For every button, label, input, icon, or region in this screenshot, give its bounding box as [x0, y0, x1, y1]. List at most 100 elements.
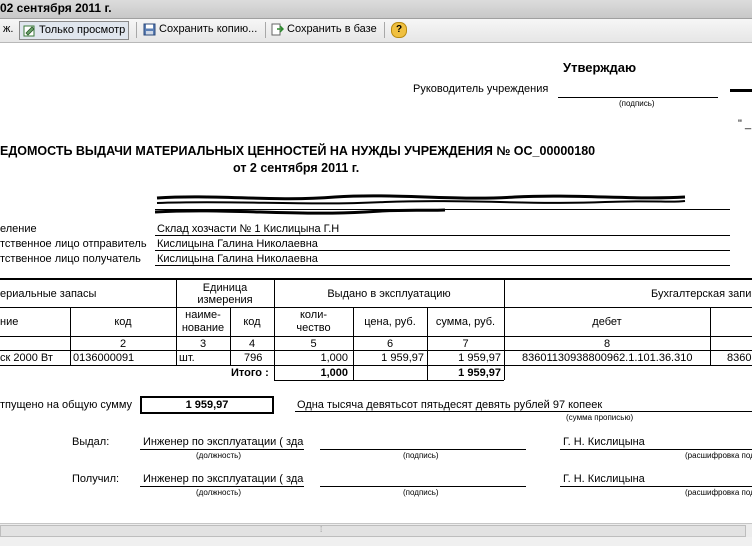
- save-copy-button[interactable]: Сохранить копию...: [140, 21, 260, 38]
- save-database-icon: [271, 23, 285, 36]
- save-copy-label: Сохранить копию...: [159, 23, 258, 35]
- received-decode-hint: (расшифровка подпи: [685, 488, 752, 497]
- header-price: цена, руб.: [364, 316, 416, 328]
- col-number: 4: [248, 338, 256, 350]
- issued-position-line: [140, 449, 304, 450]
- issued-position-hint: (должность): [196, 451, 241, 460]
- col-number: 8: [603, 338, 611, 350]
- redacted-mark: [730, 89, 752, 92]
- window-titlebar: 02 сентября 2011 г.: [0, 0, 752, 19]
- toolbar-separator: [265, 22, 266, 38]
- sender-value: Кислицына Галина Николаевна: [157, 238, 318, 250]
- save-to-database-button[interactable]: Сохранить в базе: [268, 21, 380, 38]
- received-signature-line: [320, 486, 526, 487]
- toolbar-separator: [384, 22, 385, 38]
- row-debit: 83601130938800962.1.101.36.310: [522, 352, 693, 364]
- approval-date-mark: " _: [738, 118, 752, 130]
- horizontal-scrollbar[interactable]: ⁞: [0, 523, 752, 537]
- total-sum: 1 959,97: [458, 367, 501, 379]
- save-to-database-label: Сохранить в базе: [287, 23, 377, 35]
- table-col-divider: [710, 307, 711, 365]
- scrollbar-grip-icon: ⁞: [320, 525, 323, 534]
- document-area: Утверждаю Руководитель учреждения (подпи…: [0, 43, 752, 523]
- row-price: 1 959,97: [381, 352, 424, 364]
- horizontal-scrollbar-thumb[interactable]: [0, 525, 746, 537]
- total-in-words: Одна тысяча девятьсот пятьдесят девять р…: [297, 399, 603, 411]
- division-underline: [155, 235, 730, 236]
- total-qty: 1,000: [320, 367, 348, 379]
- col-number: 7: [462, 338, 469, 350]
- received-signature-hint: (подпись): [403, 488, 439, 497]
- received-by-label: Получил:: [72, 473, 120, 485]
- received-position: Инженер по эксплуатации ( зда: [143, 473, 304, 485]
- floppy-disk-icon: [143, 23, 156, 36]
- header-qty-line2: чество: [296, 322, 331, 334]
- header-code: код: [114, 316, 132, 328]
- table-total-bottom: [274, 380, 504, 381]
- header-sum: сумма, руб.: [435, 316, 496, 328]
- received-position-hint: (должность): [196, 488, 241, 497]
- redacted-scribble: [155, 194, 686, 215]
- row-name: ск 2000 Вт: [0, 352, 53, 364]
- head-signature-hint: (подпись): [619, 99, 655, 108]
- help-button[interactable]: ?: [388, 21, 410, 38]
- row-unit-code: 796: [244, 352, 263, 364]
- issued-signature-line: [320, 449, 526, 450]
- issued-signature-hint: (подпись): [403, 451, 439, 460]
- help-icon: ?: [391, 21, 407, 38]
- header-issued: Выдано в эксплуатацию: [327, 288, 451, 300]
- toolbar-cut-button[interactable]: ж.: [0, 21, 16, 38]
- row-code: 0136000091: [73, 352, 135, 364]
- row-unit: шт.: [179, 352, 195, 364]
- toolbar-cut-label: ж.: [3, 23, 14, 35]
- document-title: ЕДОМОСТЬ ВЫДАЧИ МАТЕРИАЛЬНЫХ ЦЕННОСТЕЙ Н…: [0, 144, 596, 158]
- header-unit-code: код: [243, 316, 261, 328]
- total-amount-box: 1 959,97: [140, 396, 274, 414]
- issued-decode-hint: (расшифровка подпи: [685, 451, 752, 460]
- header-qty-line1: коли-: [299, 309, 328, 321]
- sender-underline: [155, 250, 730, 251]
- recipient-underline: [155, 265, 730, 266]
- table-header-divider: [0, 336, 752, 337]
- total-label: Итого :: [231, 367, 269, 379]
- header-unit-name-line2: нование: [181, 322, 225, 334]
- issued-person: Г. Н. Кислицына: [563, 436, 645, 448]
- table-col-divider: [504, 279, 505, 380]
- toolbar: ж. Только просмотр Сохранить копию... Со…: [0, 19, 752, 43]
- received-person: Г. Н. Кислицына: [563, 473, 645, 485]
- head-signature-line: [558, 97, 718, 98]
- received-position-line: [140, 486, 304, 487]
- row-credit: 8360: [727, 352, 752, 364]
- window-title: 02 сентября 2011 г.: [0, 1, 112, 15]
- toolbar-separator: [136, 22, 137, 38]
- table-header-divider: [0, 307, 752, 308]
- header-unit-name-line1: наиме-: [185, 309, 221, 321]
- issued-person-line: [560, 449, 752, 450]
- issued-by-label: Выдал:: [72, 436, 110, 448]
- header-unit-line2: измерения: [197, 294, 253, 306]
- received-person-line: [560, 486, 752, 487]
- sender-label: тственное лицо отправитель: [0, 238, 147, 250]
- total-words-hint: (сумма прописью): [566, 413, 634, 422]
- row-sum: 1 959,97: [458, 352, 501, 364]
- released-total-label: тпущено на общую сумму: [0, 399, 133, 411]
- col-number: 6: [386, 338, 394, 350]
- organization-underline: [155, 209, 730, 210]
- header-accounting: Бухгалтерская запи: [651, 288, 752, 300]
- total-words-underline: [295, 411, 752, 412]
- edit-pencil-icon: [23, 24, 36, 37]
- table-header-divider: [0, 350, 752, 351]
- help-label: ?: [395, 23, 403, 35]
- recipient-label: тственное лицо получатель: [0, 253, 141, 265]
- col-number: 2: [119, 338, 127, 350]
- row-qty: 1,000: [320, 352, 348, 364]
- status-bar: [0, 537, 752, 546]
- col-number: 3: [199, 338, 207, 350]
- approve-heading: Утверждаю: [563, 60, 637, 75]
- table-row-divider: [0, 365, 752, 366]
- view-only-button[interactable]: Только просмотр: [19, 21, 130, 40]
- division-value: Склад хозчасти № 1 Кислицына Г.Н: [157, 223, 340, 235]
- header-unit-line1: Единица: [202, 282, 248, 294]
- view-only-label: Только просмотр: [39, 24, 126, 36]
- table-top-border: [0, 278, 752, 280]
